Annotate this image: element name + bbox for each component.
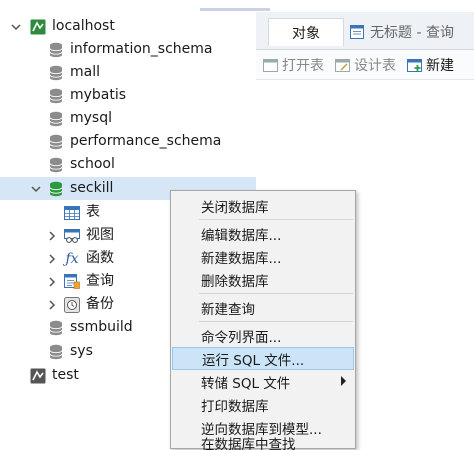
database-label: mysql [70,110,112,126]
menu-separator [199,321,353,322]
new-table-icon [406,57,422,73]
tree-item-database[interactable]: performance_schema [0,130,256,153]
menu-item-edit-database[interactable]: 编辑数据库... [172,222,354,245]
connection-label: test [52,367,79,383]
context-menu: 关闭数据库 编辑数据库... 新建数据库... 删除数据库 新建查询 命令列界面… [170,190,356,450]
tab-objects[interactable]: 对象 [268,18,344,46]
menu-item-label: 转储 SQL 文件 [201,375,291,392]
tab-bar: 对象 无标题 - 查询 [256,12,474,50]
database-open-icon [48,181,64,197]
database-icon [48,88,64,104]
menu-item-label: 编辑数据库... [201,227,282,244]
menu-item-new-query[interactable]: 新建查询 [172,296,354,319]
query-tab-icon [350,24,366,40]
database-label: seckill [70,180,114,196]
child-label: 表 [86,204,100,220]
tab-label: 无标题 - 查询 [370,25,454,41]
database-icon [48,134,64,150]
chevron-right-icon[interactable] [46,276,58,288]
database-label: ssmbuild [70,319,133,335]
menu-item-find-in-database[interactable]: 在数据库中查找 [172,437,354,450]
menu-item-label: 删除数据库 [201,273,269,290]
chevron-right-icon[interactable] [46,299,58,311]
database-icon [48,111,64,127]
database-icon [48,42,64,58]
database-label: school [70,156,115,172]
menu-item-delete-database[interactable]: 删除数据库 [172,268,354,291]
design-table-icon [334,57,350,73]
menu-item-label: 在数据库中查找 [201,437,296,450]
chevron-right-icon[interactable] [46,253,58,265]
submenu-arrow-icon [341,376,346,386]
menu-item-print-database[interactable]: 打印数据库 [172,393,354,416]
menu-item-label: 新建数据库... [201,250,282,267]
database-label: mall [70,64,100,80]
object-toolbar: 打开表 设计表 新建 [256,50,474,80]
menu-item-label: 运行 SQL 文件... [202,352,305,369]
tree-item-database[interactable]: information_schema [0,38,256,61]
backup-icon [64,296,80,313]
menu-separator [199,293,353,294]
database-label: performance_schema [70,133,222,149]
menu-item-close-database[interactable]: 关闭数据库 [172,194,354,217]
design-table-button[interactable]: 设计表 [334,55,396,75]
menu-item-new-database[interactable]: 新建数据库... [172,245,354,268]
mysql-connection-icon [30,19,46,35]
database-label: information_schema [70,41,213,57]
database-label: mybatis [70,87,127,103]
table-icon [64,205,80,221]
database-icon [48,344,64,360]
database-icon [48,320,64,336]
window-divider [200,8,270,11]
tool-label: 新建 [426,58,454,74]
tree-item-database[interactable]: mall [0,61,256,84]
database-icon [48,65,64,81]
tool-label: 设计表 [354,58,396,74]
menu-item-label: 打印数据库 [201,398,269,415]
tree-item-database[interactable]: mysql [0,107,256,130]
child-label: 备份 [86,296,114,312]
child-label: 视图 [86,227,114,243]
tree-item-database[interactable]: school [0,153,256,176]
query-icon [64,274,80,290]
menu-item-run-sql-file[interactable]: 运行 SQL 文件... [172,347,354,370]
menu-separator [199,219,353,220]
chevron-down-icon[interactable] [30,183,42,195]
mysql-connection-icon [30,368,46,384]
tree-item-database[interactable]: mybatis [0,84,256,107]
view-icon [64,228,80,244]
menu-item-label: 新建查询 [201,301,255,318]
database-icon [48,157,64,173]
database-label: sys [70,343,93,359]
menu-item-dump-sql-file[interactable]: 转储 SQL 文件 [172,370,354,393]
tool-label: 打开表 [282,58,324,74]
tab-label: 对象 [292,25,320,42]
child-label: 查询 [86,273,114,289]
new-table-button[interactable]: 新建 [406,55,454,75]
child-label: 函数 [86,250,114,266]
tree-item-localhost[interactable]: localhost [0,15,256,38]
tab-untitled-query[interactable]: 无标题 - 查询 [346,18,474,46]
function-icon: ƒx [65,250,79,267]
open-table-button[interactable]: 打开表 [262,55,324,75]
menu-item-command-line[interactable]: 命令列界面... [172,324,354,347]
open-table-icon [262,57,278,73]
connection-label: localhost [52,18,115,34]
menu-item-label: 命令列界面... [201,329,282,346]
menu-item-label: 关闭数据库 [201,199,269,216]
chevron-right-icon[interactable] [46,230,58,242]
chevron-down-icon[interactable] [10,21,22,33]
